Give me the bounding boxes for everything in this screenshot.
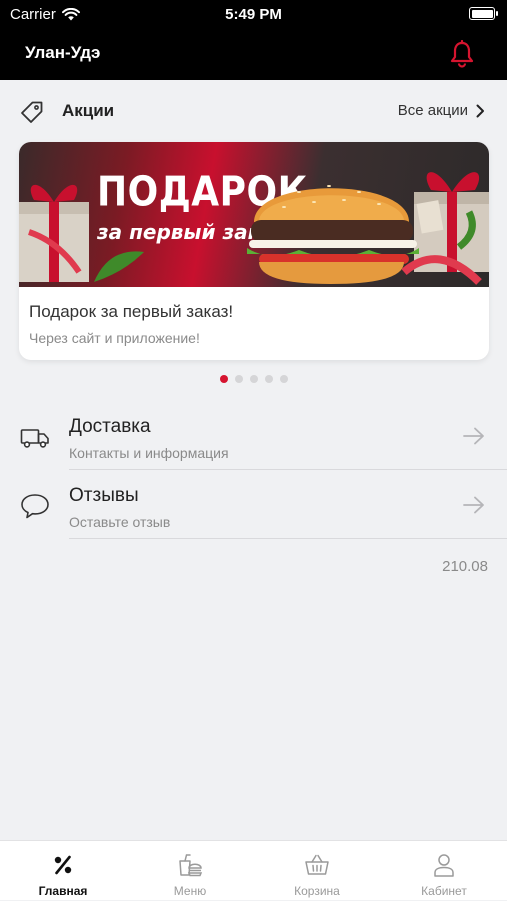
tab-menu-label: Меню bbox=[173, 884, 207, 898]
chevron-right-icon bbox=[476, 104, 484, 117]
tab-cart-label: Корзина bbox=[294, 884, 340, 898]
tag-icon bbox=[21, 101, 43, 123]
app-version: 210.08 bbox=[442, 558, 488, 575]
promo-subtitle: Через сайт и приложение! bbox=[29, 330, 200, 346]
tab-home[interactable]: Главная bbox=[0, 841, 126, 901]
burger-image bbox=[247, 185, 419, 284]
tab-cart[interactable]: Корзина bbox=[254, 841, 380, 901]
top-nav-bar: Улан-Удэ bbox=[0, 30, 507, 80]
bottom-tab-bar: Главная Меню Корзина Кабинет bbox=[0, 840, 507, 900]
pagination-dot[interactable] bbox=[235, 375, 243, 383]
carousel-pagination[interactable] bbox=[220, 375, 288, 383]
delivery-row[interactable]: Доставка Контакты и информация bbox=[0, 402, 507, 470]
delivery-title: Доставка bbox=[69, 416, 151, 437]
delivery-subtitle: Контакты и информация bbox=[69, 445, 229, 461]
chat-bubble-icon bbox=[21, 494, 49, 519]
user-icon bbox=[434, 854, 454, 877]
promo-banner-image: ПОДАРОК за первый заказ! bbox=[19, 142, 489, 287]
pagination-dot[interactable] bbox=[250, 375, 258, 383]
gift-box-left bbox=[19, 184, 89, 282]
all-promotions-link[interactable]: Все акции bbox=[398, 102, 485, 119]
tab-menu[interactable]: Меню bbox=[127, 841, 253, 901]
city-selector[interactable]: Улан-Удэ bbox=[25, 43, 100, 63]
percent-icon bbox=[54, 855, 72, 875]
promotions-header: Акции Все акции bbox=[0, 80, 507, 142]
promotions-title: Акции bbox=[62, 101, 115, 120]
pagination-dot[interactable] bbox=[280, 375, 288, 383]
pagination-dot[interactable] bbox=[265, 375, 273, 383]
arrow-right-icon bbox=[463, 496, 484, 514]
promo-card[interactable]: ПОДАРОК за первый заказ! Подарок за перв… bbox=[19, 142, 489, 360]
tab-account[interactable]: Кабинет bbox=[381, 841, 507, 901]
promo-title: Подарок за первый заказ! bbox=[29, 302, 234, 321]
divider bbox=[69, 468, 507, 470]
tab-account-label: Кабинет bbox=[421, 884, 467, 898]
reviews-row[interactable]: Отзывы Оставьте отзыв bbox=[0, 471, 507, 539]
leaves-decoration bbox=[94, 251, 144, 282]
food-icon bbox=[179, 854, 203, 877]
arrow-right-icon bbox=[463, 427, 484, 445]
reviews-title: Отзывы bbox=[69, 485, 139, 506]
bell-icon[interactable] bbox=[449, 40, 475, 68]
status-time: 5:49 PM bbox=[225, 6, 282, 23]
divider bbox=[69, 537, 507, 539]
all-promotions-label: Все акции bbox=[397, 102, 468, 119]
pagination-dot[interactable] bbox=[220, 375, 228, 383]
truck-icon bbox=[20, 429, 49, 448]
status-bar: Carrier 5:49 PM bbox=[0, 0, 507, 30]
tab-home-label: Главная bbox=[38, 884, 88, 898]
battery-icon bbox=[469, 7, 498, 20]
reviews-subtitle: Оставьте отзыв bbox=[69, 514, 171, 530]
basket-icon bbox=[305, 854, 329, 875]
